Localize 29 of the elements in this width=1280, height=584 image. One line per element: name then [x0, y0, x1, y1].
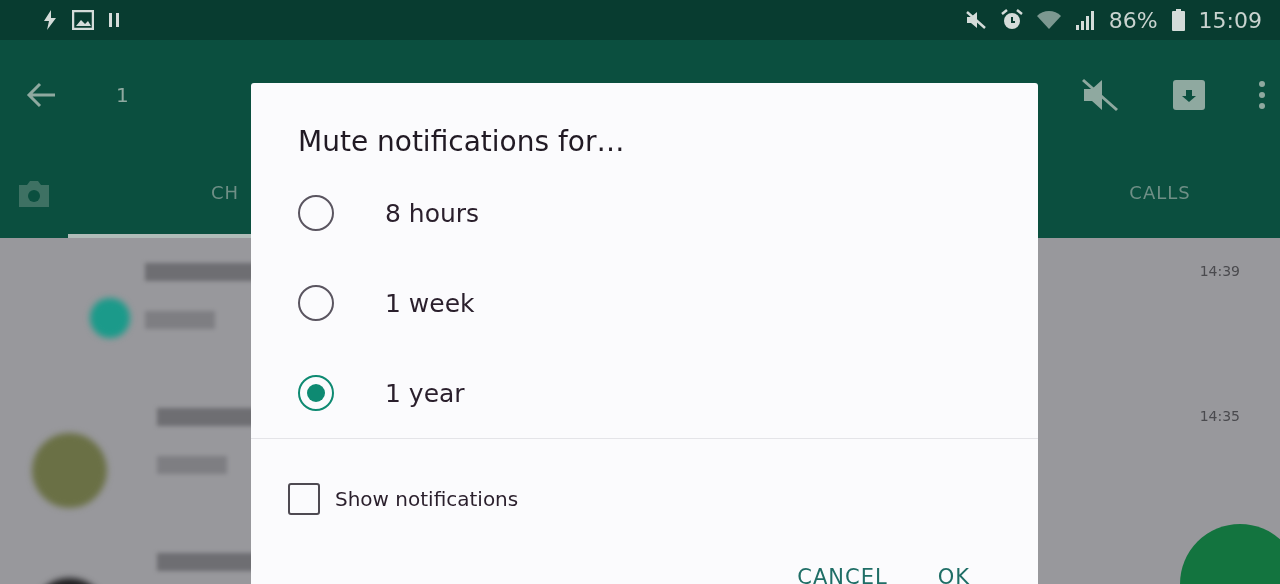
wifi-icon [1036, 11, 1061, 29]
archive-icon[interactable] [1172, 79, 1206, 111]
image-icon [72, 10, 94, 30]
show-notifications-option[interactable]: Show notifications [288, 483, 519, 515]
radio-option[interactable]: 1 year [251, 348, 1038, 438]
mute-icon [964, 10, 987, 30]
battery-icon [1171, 9, 1185, 31]
radio-option[interactable]: 1 week [251, 258, 1038, 348]
avatar [90, 298, 130, 338]
dialog-button[interactable]: OK [937, 565, 970, 584]
flash-icon [42, 10, 58, 30]
clock-time: 15:09 [1198, 7, 1262, 33]
radio-button[interactable] [298, 285, 334, 321]
battery-percent: 86% [1108, 7, 1158, 33]
chat-time: 14:35 [1199, 408, 1240, 424]
radio-button[interactable] [298, 195, 334, 231]
back-arrow-icon[interactable] [26, 82, 56, 108]
chat-time: 14:39 [1199, 263, 1240, 279]
dialog-button[interactable]: CANCEL [797, 565, 888, 584]
checkbox[interactable] [288, 483, 320, 515]
signal-icon [1074, 10, 1095, 30]
pause-icon [108, 12, 120, 28]
more-options-icon[interactable] [1258, 80, 1266, 110]
selected-count: 1 [116, 83, 129, 107]
radio-button[interactable] [298, 375, 334, 411]
blurred-message [145, 311, 215, 329]
mute-icon[interactable] [1080, 77, 1120, 113]
blurred-message [157, 456, 227, 474]
alarm-icon [1000, 9, 1023, 31]
